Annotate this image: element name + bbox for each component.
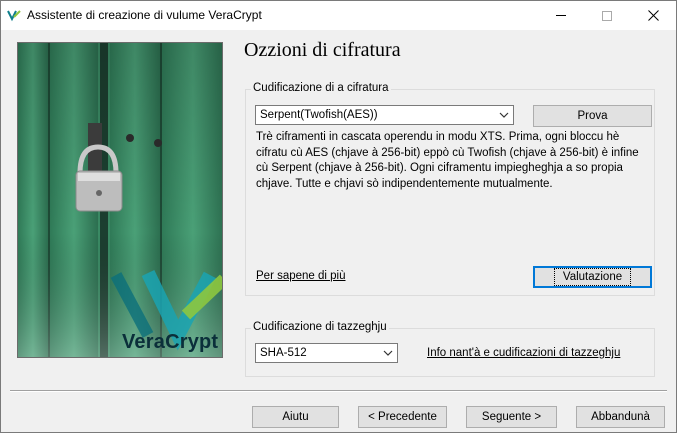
encryption-group-label: Cudificazione di a cifratura (251, 82, 391, 94)
hash-algorithm-value: SHA-512 (260, 347, 307, 359)
chevron-down-icon (499, 112, 509, 118)
wizard-window: Assistente di creazione di vulume VeraCr… (0, 0, 677, 433)
maximize-button[interactable] (584, 1, 630, 30)
wizard-banner-image: VeraCrypt (17, 42, 223, 358)
minimize-icon (556, 15, 566, 16)
close-button[interactable] (630, 1, 676, 30)
cancel-button[interactable]: Abbandunà (576, 406, 665, 428)
title-bar[interactable]: Assistente di creazione di vulume VeraCr… (1, 1, 676, 30)
algorithm-description: Trè ciframenti in cascata operendu in mo… (256, 131, 639, 190)
close-icon (647, 10, 659, 21)
help-button[interactable]: Aiutu (252, 406, 339, 428)
hash-group-label: Cudificazione di tazzeghju (251, 321, 389, 333)
footer-separator (10, 390, 667, 392)
minimize-button[interactable] (538, 1, 584, 30)
learn-more-link[interactable]: Per sapene di più (256, 270, 346, 282)
test-button[interactable]: Prova (533, 105, 652, 127)
previous-button[interactable]: < Precedente (358, 406, 447, 428)
hash-algorithm-select[interactable]: SHA-512 (255, 343, 398, 363)
veracrypt-logo-text: VeraCrypt (122, 331, 219, 353)
help-button-label: Aiutu (282, 411, 309, 423)
window-title: Assistente di creazione di vulume VeraCr… (27, 8, 262, 22)
next-button-label: Seguente > (481, 411, 542, 423)
cancel-button-label: Abbandunà (591, 411, 650, 423)
benchmark-button[interactable]: Valutazione (533, 266, 652, 288)
maximize-icon (602, 10, 612, 21)
encryption-algorithm-select[interactable]: Serpent(Twofish(AES)) (255, 105, 514, 125)
door-padlock-illustration (18, 43, 222, 357)
encryption-algorithm-value: Serpent(Twofish(AES)) (260, 109, 378, 121)
page-title: Ozzioni di cifratura (244, 39, 401, 61)
veracrypt-app-icon (7, 10, 21, 22)
chevron-down-icon (383, 350, 393, 356)
next-button[interactable]: Seguente > (466, 406, 557, 428)
test-button-label: Prova (577, 110, 608, 122)
benchmark-button-label: Valutazione (553, 268, 632, 286)
previous-button-label: < Precedente (368, 411, 437, 423)
hash-info-link[interactable]: Info nant'à e cudificazioni di tazzeghju (427, 347, 620, 359)
